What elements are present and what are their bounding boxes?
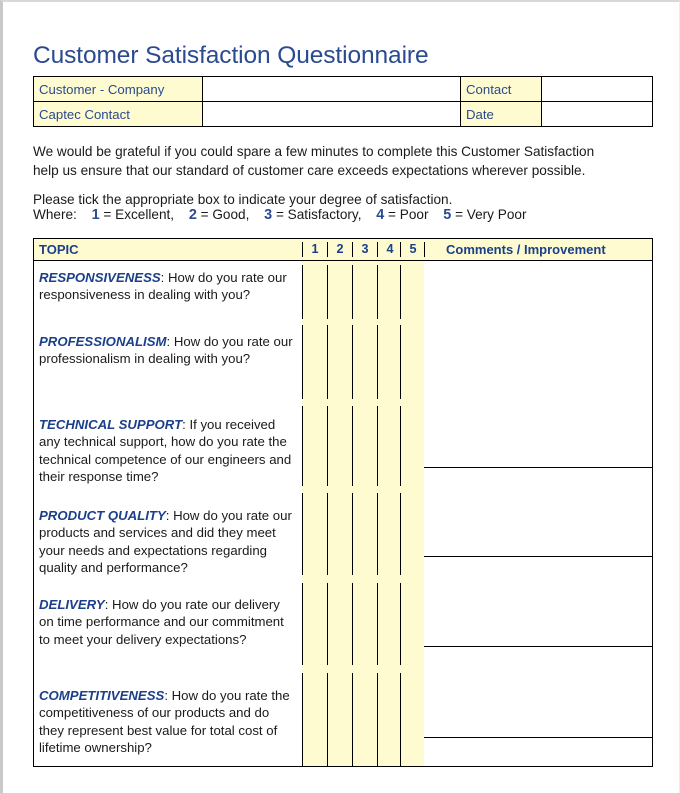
page-title: Customer Satisfaction Questionnaire xyxy=(33,42,429,69)
comment-divider xyxy=(424,737,652,738)
question-keyword: PROFESSIONALISM xyxy=(39,334,167,349)
comment-field-2[interactable] xyxy=(424,468,652,556)
contact-field[interactable] xyxy=(541,76,653,102)
scale-number-3: 3 xyxy=(264,207,273,223)
question-row-delivery: DELIVERY: How do you rate our delivery o… xyxy=(34,590,302,648)
question-keyword: RESPONSIVENESS xyxy=(39,270,161,285)
date-label: Date xyxy=(460,101,542,127)
intro-line-2: help us ensure that our standard of cust… xyxy=(33,163,586,178)
question-row-product-quality: PRODUCT QUALITY: How do you rate our pro… xyxy=(34,501,302,577)
question-keyword: PRODUCT QUALITY xyxy=(39,508,166,523)
rating-column-header-1: 1 xyxy=(311,242,319,256)
comment-field-3[interactable] xyxy=(424,557,652,646)
customer-company-field[interactable] xyxy=(202,76,461,102)
topic-column-header: TOPIC xyxy=(39,242,79,257)
where-label: Where: xyxy=(33,207,77,222)
scale-text-3: = Satisfactory, xyxy=(275,207,362,222)
date-field[interactable] xyxy=(541,101,653,127)
question-row-technical-support: TECHNICAL SUPPORT: If you received any t… xyxy=(34,410,302,486)
contact-label: Contact xyxy=(460,76,542,102)
question-row-professionalism: PROFESSIONALISM: How do you rate our pro… xyxy=(34,327,302,368)
intro-line-1: We would be grateful if you could spare … xyxy=(33,144,595,159)
comment-field-5[interactable] xyxy=(424,738,652,766)
captec-contact-field[interactable] xyxy=(202,101,461,127)
comment-divider xyxy=(424,556,652,557)
rating-header-tick xyxy=(424,242,425,257)
customer-info-table: Customer - Company Contact Captec Contac… xyxy=(33,76,653,127)
captec-contact-label: Captec Contact xyxy=(33,101,203,127)
question-row-competitiveness: COMPETITIVENESS: How do you rate the com… xyxy=(34,681,302,757)
scale-text-5: = Very Poor xyxy=(455,207,527,222)
rating-scale-legend: Where: 1 = Excellent, 2 = Good, 3 = Sati… xyxy=(33,205,526,225)
rating-column-header-3: 3 xyxy=(361,242,369,256)
customer-company-label: Customer - Company xyxy=(33,76,203,102)
scale-number-1: 1 xyxy=(91,207,100,223)
question-keyword: DELIVERY xyxy=(39,597,105,612)
scale-text-4: = Poor xyxy=(388,207,429,222)
question-row-responsiveness: RESPONSIVENESS: How do you rate our resp… xyxy=(34,263,302,304)
rating-columns-band xyxy=(302,261,424,766)
comment-divider xyxy=(424,467,652,468)
table-row: Captec Contact Date xyxy=(33,101,653,127)
question-keyword: TECHNICAL SUPPORT xyxy=(39,417,183,432)
rating-column-header-2: 2 xyxy=(336,242,344,256)
question-keyword: COMPETITIVENESS xyxy=(39,688,165,703)
rating-column-header-5: 5 xyxy=(409,242,417,256)
scale-number-2: 2 xyxy=(188,207,197,223)
comment-divider xyxy=(424,646,652,647)
scale-text-1: = Excellent, xyxy=(103,207,175,222)
questionnaire-grid: TOPIC 1 2 3 4 5 Comments / Improvement R… xyxy=(33,238,653,767)
table-row: Customer - Company Contact xyxy=(33,76,653,102)
document-page: Customer Satisfaction Questionnaire Cust… xyxy=(0,0,680,793)
scale-number-5: 5 xyxy=(443,207,452,223)
comment-field-1[interactable] xyxy=(424,261,652,467)
rating-column-header-4: 4 xyxy=(386,242,394,256)
comments-column-header: Comments / Improvement xyxy=(446,242,606,257)
scale-number-4: 4 xyxy=(376,207,385,223)
comment-field-4[interactable] xyxy=(424,647,652,737)
scale-text-2: = Good, xyxy=(200,207,250,222)
